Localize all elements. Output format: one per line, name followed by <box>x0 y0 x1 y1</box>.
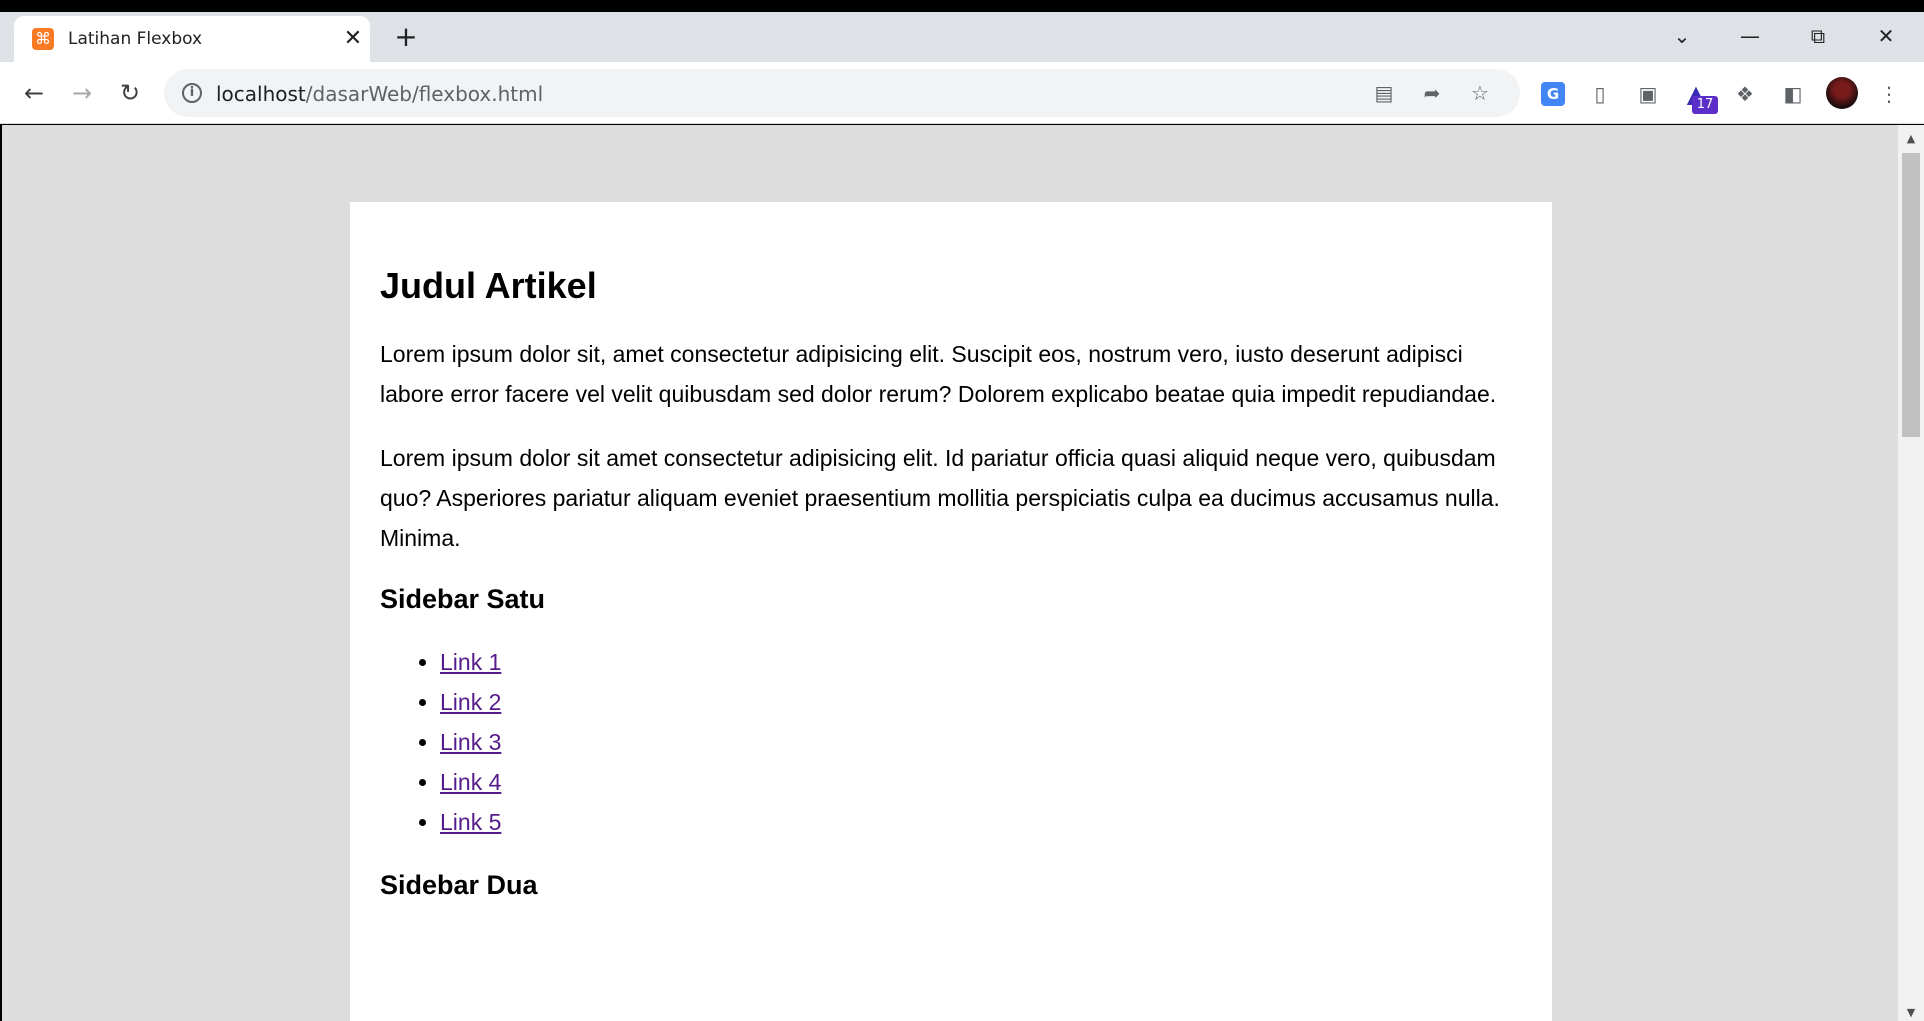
new-tab-button[interactable]: + <box>390 22 422 54</box>
list-item: Link 4 <box>440 762 1522 802</box>
translate-page-icon[interactable]: ▤ <box>1370 79 1398 107</box>
list-item: Link 3 <box>440 722 1522 762</box>
article-title: Judul Artikel <box>380 265 597 306</box>
sidebar-link-1[interactable]: Link 1 <box>440 649 501 675</box>
sidebar-satu-title: Sidebar Satu <box>380 584 546 614</box>
article-paragraph-1: Lorem ipsum dolor sit, amet consectetur … <box>380 341 1497 407</box>
list-item: Link 2 <box>440 682 1522 722</box>
menu-kebab-icon[interactable]: ⋮ <box>1874 79 1904 109</box>
list-item: Link 5 <box>440 802 1522 842</box>
tab-close-icon[interactable]: ✕ <box>340 26 366 52</box>
sidebar-link-3[interactable]: Link 3 <box>440 729 501 755</box>
minimize-icon[interactable]: — <box>1730 22 1770 50</box>
address-bar[interactable]: i localhost/dasarWeb/flexbox.html ▤ ➦ ☆ <box>164 69 1520 117</box>
tab-title: Latihan Flexbox <box>68 29 203 49</box>
site-info-icon[interactable]: i <box>182 83 202 103</box>
forward-arrow-icon[interactable]: → <box>64 75 100 111</box>
sidebar-link-2[interactable]: Link 2 <box>440 689 501 715</box>
picture-in-picture-icon[interactable]: ▣ <box>1633 79 1663 109</box>
list-item: Link 1 <box>440 642 1522 682</box>
bookmark-star-icon[interactable]: ☆ <box>1466 79 1494 107</box>
scrollbar-thumb[interactable] <box>1902 153 1920 437</box>
vertical-scrollbar[interactable]: ▲ ▼ <box>1898 125 1924 1021</box>
side-panel-icon[interactable]: ◧ <box>1778 79 1808 109</box>
sidebar-link-4[interactable]: Link 4 <box>440 769 501 795</box>
restore-icon[interactable]: ⧉ <box>1798 22 1838 50</box>
device-mode-extension-icon[interactable]: ▯ <box>1585 79 1615 109</box>
google-translate-extension-icon[interactable]: G <box>1541 82 1565 106</box>
article-container: Judul Artikel Lorem ipsum dolor sit, ame… <box>350 202 1552 1021</box>
back-arrow-icon[interactable]: ← <box>16 75 52 111</box>
page-viewport: Judul Artikel Lorem ipsum dolor sit, ame… <box>2 125 1898 1021</box>
tab-search-chevron-icon[interactable]: ⌄ <box>1662 22 1702 50</box>
sidebar-satu-links: Link 1 Link 2 Link 3 Link 4 Link 5 <box>440 642 1522 842</box>
tab-active[interactable]: Latihan Flexbox ✕ <box>14 16 370 62</box>
url-text[interactable]: localhost/dasarWeb/flexbox.html <box>216 82 543 106</box>
xampp-favicon-icon <box>32 28 54 50</box>
sidebar-dua-title: Sidebar Dua <box>380 870 538 900</box>
tab-strip: Latihan Flexbox ✕ + ⌄ — ⧉ ✕ <box>0 12 1924 62</box>
scroll-down-arrow-icon[interactable]: ▼ <box>1898 1005 1924 1021</box>
extension-badge: 17 <box>1692 96 1718 114</box>
extensions-puzzle-icon[interactable]: ❖ <box>1730 79 1760 109</box>
share-icon[interactable]: ➦ <box>1418 79 1446 107</box>
article-paragraph-2: Lorem ipsum dolor sit amet consectetur a… <box>380 445 1500 551</box>
sidebar-link-5[interactable]: Link 5 <box>440 809 501 835</box>
close-window-icon[interactable]: ✕ <box>1866 22 1906 50</box>
reload-icon[interactable]: ↻ <box>112 75 148 111</box>
profile-avatar[interactable] <box>1826 77 1858 109</box>
window-top-border <box>0 0 1924 12</box>
browser-toolbar: ← → ↻ i localhost/dasarWeb/flexbox.html … <box>0 62 1924 124</box>
scroll-up-arrow-icon[interactable]: ▲ <box>1898 131 1924 147</box>
